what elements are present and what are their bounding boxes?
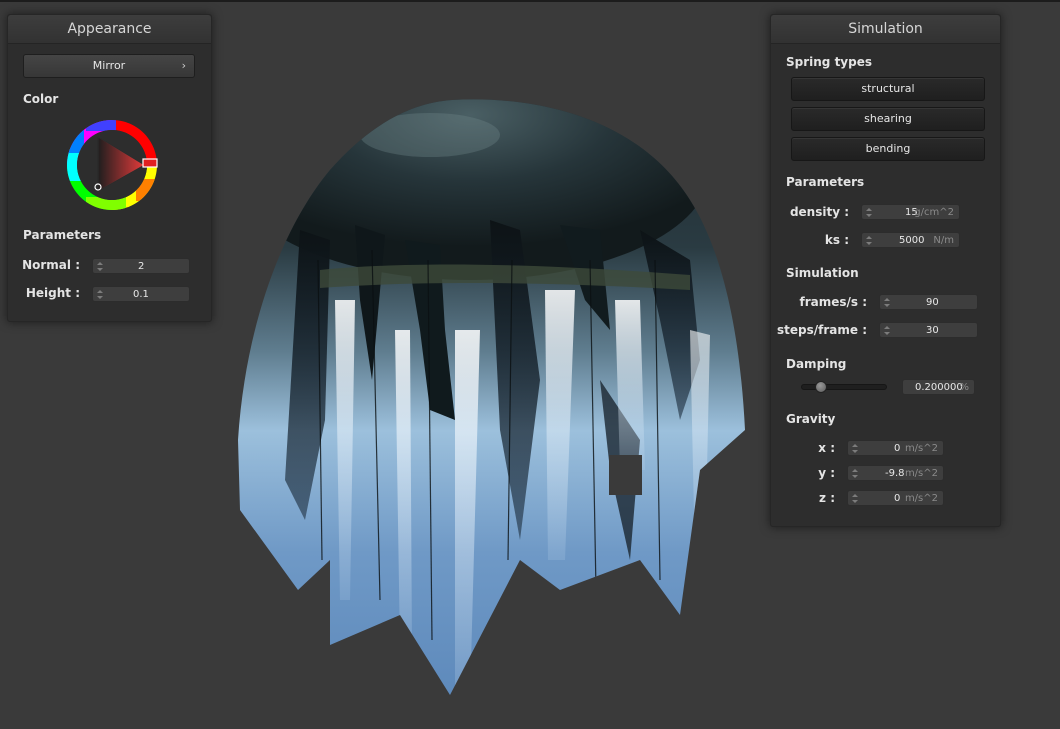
cloth-mesh bbox=[238, 99, 745, 695]
material-mode-value: Mirror bbox=[92, 59, 126, 72]
simulation-panel-title[interactable]: Simulation bbox=[771, 15, 1000, 44]
gravity-label: Gravity bbox=[786, 412, 836, 426]
density-input[interactable]: 15 g/cm^2 bbox=[861, 204, 960, 220]
appearance-panel: Appearance Mirror › Color Parameters Nor… bbox=[7, 14, 212, 322]
gravity-y-input[interactable]: -9.8 m/s^2 bbox=[847, 465, 944, 481]
spinner-icon[interactable] bbox=[852, 443, 858, 455]
gravity-z-input[interactable]: 0 m/s^2 bbox=[847, 490, 944, 506]
appearance-parameters-label: Parameters bbox=[23, 228, 102, 242]
appearance-panel-title[interactable]: Appearance bbox=[8, 15, 211, 44]
steps-input[interactable]: 30 bbox=[879, 322, 978, 338]
spinner-icon[interactable] bbox=[852, 468, 858, 480]
ks-input[interactable]: 5000 N/m bbox=[861, 232, 960, 248]
steps-label: steps/frame : bbox=[777, 323, 867, 337]
sim-parameters-label: Parameters bbox=[786, 175, 865, 189]
fps-input[interactable]: 90 bbox=[879, 294, 978, 310]
color-section-label: Color bbox=[23, 92, 59, 106]
spinner-icon[interactable] bbox=[866, 235, 872, 247]
gravity-x-input[interactable]: 0 m/s^2 bbox=[847, 440, 944, 456]
chevron-right-icon: › bbox=[181, 59, 186, 72]
ks-label: ks : bbox=[824, 233, 849, 247]
spinner-icon[interactable] bbox=[97, 261, 103, 273]
height-label: Height : bbox=[25, 286, 80, 300]
spinner-icon[interactable] bbox=[852, 493, 858, 505]
gravity-z-label: z : bbox=[819, 491, 835, 505]
simulation-panel: Simulation Spring types structural shear… bbox=[770, 14, 1001, 527]
spinner-icon[interactable] bbox=[866, 207, 872, 219]
normal-input[interactable]: 2 bbox=[92, 258, 190, 274]
spring-shearing-button[interactable]: shearing bbox=[791, 107, 985, 131]
gravity-y-label: y : bbox=[818, 466, 835, 480]
density-label: density : bbox=[789, 205, 849, 219]
gravity-x-label: x : bbox=[818, 441, 835, 455]
spring-bending-button[interactable]: bending bbox=[791, 137, 985, 161]
spring-structural-button[interactable]: structural bbox=[791, 77, 985, 101]
color-wheel[interactable] bbox=[66, 119, 158, 211]
damping-slider-handle[interactable] bbox=[815, 381, 828, 393]
spring-types-label: Spring types bbox=[786, 55, 873, 69]
spinner-icon[interactable] bbox=[884, 325, 890, 337]
damping-slider[interactable] bbox=[801, 384, 887, 390]
spinner-icon[interactable] bbox=[97, 289, 103, 301]
fps-label: frames/s : bbox=[799, 295, 867, 309]
normal-label: Normal : bbox=[22, 258, 80, 272]
material-mode-dropdown[interactable]: Mirror › bbox=[23, 54, 195, 78]
height-input[interactable]: 0.1 bbox=[92, 286, 190, 302]
damping-label: Damping bbox=[786, 357, 847, 371]
damping-value-box[interactable]: 0.200000 % bbox=[902, 379, 975, 395]
spinner-icon[interactable] bbox=[884, 297, 890, 309]
simulation-section-label: Simulation bbox=[786, 266, 859, 280]
